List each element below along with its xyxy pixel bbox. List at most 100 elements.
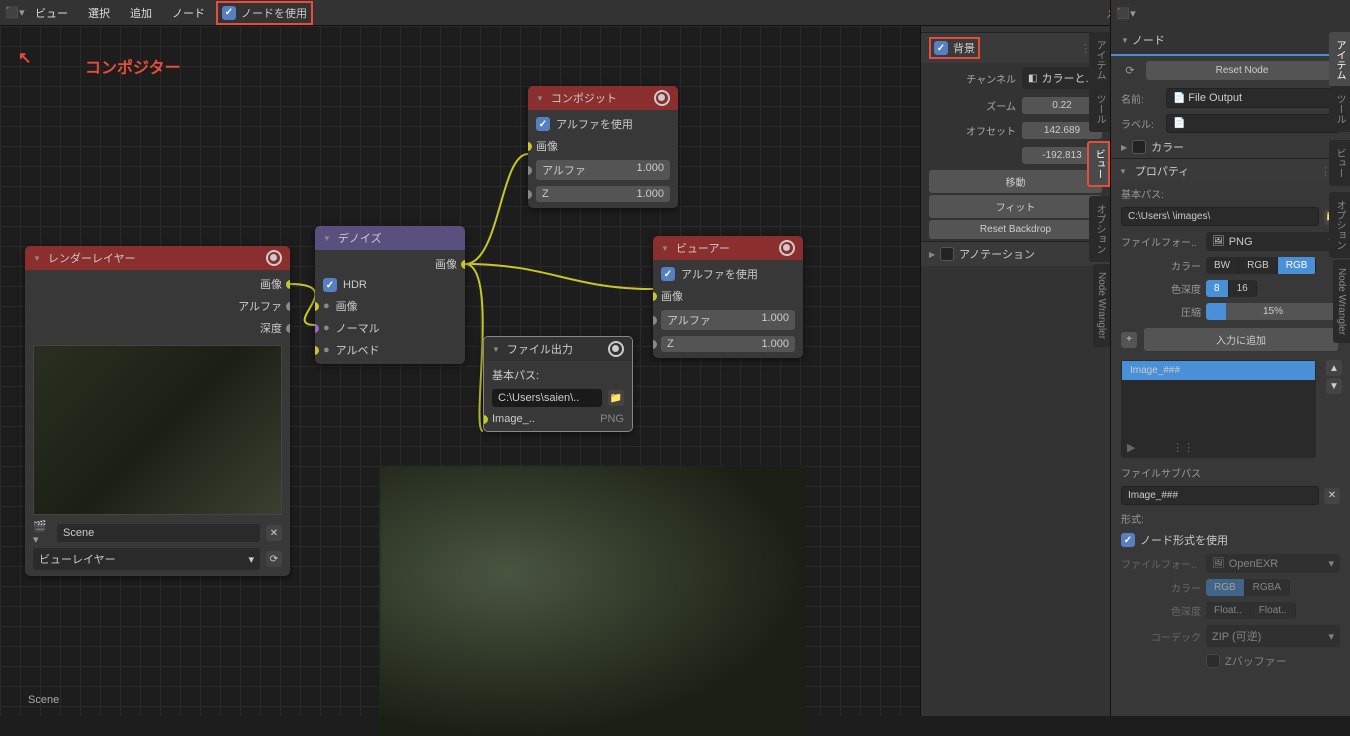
zbuf-check xyxy=(1206,654,1220,668)
slot-list[interactable]: Image_###▶ ⋮⋮ xyxy=(1121,360,1316,458)
node-panel-title: ノード xyxy=(1132,32,1165,48)
slot-up[interactable]: ▲ xyxy=(1326,360,1342,376)
render-preview xyxy=(33,345,282,515)
denoise-in-image: 画像 xyxy=(336,298,358,314)
annotation-label: コンポジター xyxy=(85,54,181,78)
comp-preview-icon[interactable] xyxy=(654,90,670,106)
scene-status: Scene xyxy=(28,694,59,706)
fileout-path[interactable]: C:\Users\saien\.. xyxy=(492,389,602,407)
comp-alpha-slider[interactable]: アルファ1.000 xyxy=(536,160,670,180)
backdrop-image xyxy=(380,466,805,736)
node-viewer[interactable]: ビューアー アルファを使用 画像 アルファ1.000 Z1.000 xyxy=(653,236,803,358)
label-lbl: ラベル: xyxy=(1121,116,1161,131)
comp-alpha-check[interactable] xyxy=(536,117,550,131)
viewer-z-slider[interactable]: Z1.000 xyxy=(661,336,795,352)
offset-lbl: オフセット xyxy=(929,123,1016,138)
viewer-alpha-check[interactable] xyxy=(661,267,675,281)
fileout-title: ファイル出力 xyxy=(507,341,573,357)
fileout-path-lbl: 基本パス: xyxy=(492,367,539,383)
ptab-tool[interactable]: ツール xyxy=(1329,86,1350,132)
ntab-nw[interactable]: Node Wrangler xyxy=(1093,264,1110,347)
node-composite[interactable]: コンポジット アルファを使用 画像 アルファ1.000 Z1.000 xyxy=(528,86,678,208)
ff-lbl: ファイルフォー.. xyxy=(1121,234,1201,249)
basepath-input[interactable]: C:\Users\ \images\ xyxy=(1121,207,1319,226)
ptab-options[interactable]: オプション xyxy=(1329,192,1350,258)
ptab-item[interactable]: アイテム xyxy=(1329,32,1350,88)
add-input-label[interactable]: 入力に追加 xyxy=(1144,328,1338,351)
slot-down[interactable]: ▼ xyxy=(1326,378,1342,394)
label-input[interactable]: 📄 xyxy=(1166,114,1340,133)
usenodefmt-check[interactable] xyxy=(1121,533,1135,547)
fileout-browse[interactable]: 📁 xyxy=(608,390,624,406)
move-btn[interactable]: 移動 xyxy=(929,170,1102,193)
ptab-nw[interactable]: Node Wrangler xyxy=(1333,260,1350,343)
use-nodes-checkbox[interactable] xyxy=(222,6,236,20)
scene-clear[interactable]: ✕ xyxy=(266,525,282,541)
ntab-item[interactable]: アイテム xyxy=(1089,32,1110,88)
editor-type-icon[interactable]: ⬛▾ xyxy=(6,4,24,22)
slot-item[interactable]: Image_### xyxy=(1122,361,1315,380)
compress-slider[interactable]: 15% xyxy=(1206,303,1340,320)
anno-check[interactable] xyxy=(940,247,954,261)
subpath-lbl: ファイルサブパス xyxy=(1121,465,1201,480)
viewer-title: ビューアー xyxy=(676,240,730,256)
node-file-output[interactable]: ファイル出力 基本パス: C:\Users\saien\..📁 Image_..… xyxy=(483,336,633,432)
reset-node-btn[interactable]: Reset Node xyxy=(1146,61,1338,80)
denoise-in-normal: ノーマル xyxy=(336,320,380,336)
scene-icon[interactable]: 🎬▾ xyxy=(33,524,51,542)
codec-select: ZIP (可逆)▾ xyxy=(1206,625,1340,647)
fileout-fmt: PNG xyxy=(600,413,624,425)
menu-select[interactable]: 選択 xyxy=(79,2,119,24)
props-title: プロパティ xyxy=(1135,163,1189,179)
annotation-arrow: ↖ xyxy=(18,48,31,68)
reset-backdrop-btn[interactable]: Reset Backdrop xyxy=(929,220,1102,239)
viewlayer-select[interactable]: ビューレイヤー▾ xyxy=(33,548,260,570)
use-nodes-highlight: ノードを使用 xyxy=(216,1,313,25)
bg-panel-title: 背景 xyxy=(953,40,975,56)
out-alpha: アルファ xyxy=(238,298,282,314)
fit-btn[interactable]: フィット xyxy=(929,195,1102,218)
node-render-layers[interactable]: レンダーレイヤー 画像 アルファ 深度 🎬▾Scene✕ ビューレイヤー▾⟳ xyxy=(25,246,290,576)
color2-lbl: カラー xyxy=(1121,580,1201,595)
anno-title: アノテーション xyxy=(959,246,1035,262)
colormode-seg[interactable]: BWRGBRGB xyxy=(1206,257,1316,274)
depth2-seg: Float..Float.. xyxy=(1206,602,1296,619)
bg-check[interactable] xyxy=(934,41,948,55)
use-nodes-label: ノードを使用 xyxy=(241,5,307,21)
render-layers-title: レンダーレイヤー xyxy=(48,250,136,266)
preview-icon[interactable] xyxy=(266,250,282,266)
name-input[interactable]: 📄 File Output xyxy=(1166,88,1340,108)
viewer-preview-icon[interactable] xyxy=(779,240,795,256)
ntab-tool[interactable]: ツール xyxy=(1089,86,1110,132)
reset-icon[interactable]: ⟳ xyxy=(1121,62,1139,80)
add-input-btn[interactable]: + xyxy=(1121,332,1137,348)
node-denoise[interactable]: デノイズ 画像 HDR ●画像 ●ノーマル ●アルベド xyxy=(315,226,465,364)
ntab-options[interactable]: オプション xyxy=(1089,196,1110,262)
colormode-lbl: カラー xyxy=(1121,258,1201,273)
compress-lbl: 圧縮 xyxy=(1121,304,1201,319)
ptab-view[interactable]: ビュー xyxy=(1329,140,1350,186)
comp-z-slider[interactable]: Z1.000 xyxy=(536,186,670,202)
ff-select[interactable]: 🖼 PNG▾ xyxy=(1206,232,1340,251)
props-type-icon[interactable]: ⬛▾ xyxy=(1117,4,1135,22)
fileout-preview-icon[interactable] xyxy=(608,341,624,357)
composite-title: コンポジット xyxy=(551,90,617,106)
viewer-alpha-slider[interactable]: アルファ1.000 xyxy=(661,310,795,330)
render-button[interactable]: ⟳ xyxy=(266,551,282,567)
subpath-input[interactable]: Image_### xyxy=(1121,486,1319,505)
menu-node[interactable]: ノード xyxy=(163,2,214,24)
depth-seg[interactable]: 816 xyxy=(1206,280,1257,297)
menu-add[interactable]: 追加 xyxy=(121,2,161,24)
subpath-clear[interactable]: ✕ xyxy=(1324,488,1340,504)
color-check[interactable] xyxy=(1132,140,1146,154)
comp-alpha-lbl: アルファを使用 xyxy=(556,116,633,132)
depth-lbl: 色深度 xyxy=(1121,281,1201,296)
ff2-select: 🖼 OpenEXR▾ xyxy=(1206,554,1340,573)
ntab-view[interactable]: ビュー xyxy=(1087,141,1110,187)
scene-select[interactable]: Scene xyxy=(57,524,260,542)
menu-view[interactable]: ビュー xyxy=(26,2,77,24)
out-image: 画像 xyxy=(260,276,282,292)
basepath-lbl: 基本パス: xyxy=(1121,186,1164,201)
hdr-checkbox[interactable] xyxy=(323,278,337,292)
color2-seg: RGBRGBA xyxy=(1206,579,1290,596)
